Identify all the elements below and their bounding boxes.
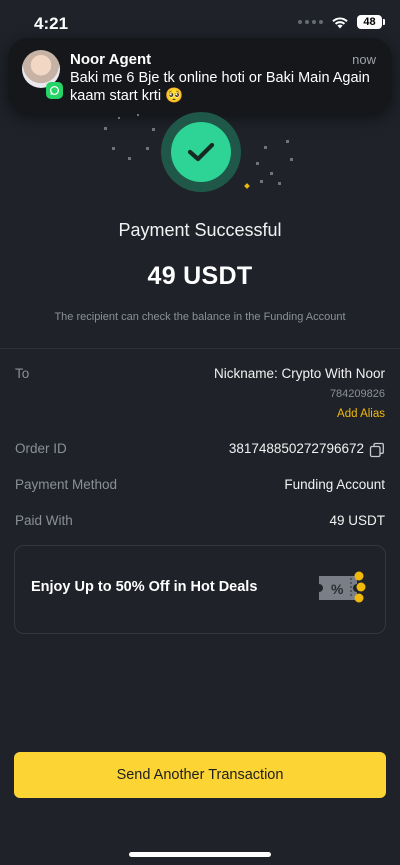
order-id-value: 381748850272796672 bbox=[228, 441, 364, 456]
home-indicator[interactable] bbox=[129, 852, 271, 857]
send-another-transaction-button[interactable]: Send Another Transaction bbox=[14, 752, 386, 798]
to-label: To bbox=[15, 366, 30, 381]
add-alias-link[interactable]: Add Alias bbox=[337, 408, 385, 420]
paid-with-label: Paid With bbox=[15, 513, 73, 528]
payment-status-title: Payment Successful bbox=[118, 220, 282, 240]
discount-ticket-icon: % bbox=[319, 571, 366, 603]
payment-amount: 49 USDT bbox=[147, 262, 253, 290]
recipient-nickname: Nickname: Crypto With Noor bbox=[213, 366, 385, 381]
order-id-label: Order ID bbox=[15, 441, 67, 456]
svg-text:%: % bbox=[331, 581, 344, 597]
payment-method-value: Funding Account bbox=[284, 477, 385, 492]
promo-card[interactable]: Enjoy Up to 50% Off in Hot Deals % bbox=[14, 545, 386, 634]
success-badge bbox=[161, 112, 241, 192]
promo-text: Enjoy Up to 50% Off in Hot Deals bbox=[31, 579, 258, 595]
payment-note: The recipient can check the balance in t… bbox=[54, 311, 346, 323]
divider bbox=[0, 348, 400, 349]
copy-icon[interactable] bbox=[369, 442, 385, 458]
recipient-id: 784209826 bbox=[329, 388, 385, 400]
checkmark-icon bbox=[171, 122, 231, 182]
paid-with-value: 49 USDT bbox=[329, 513, 385, 528]
payment-method-label: Payment Method bbox=[15, 477, 118, 492]
